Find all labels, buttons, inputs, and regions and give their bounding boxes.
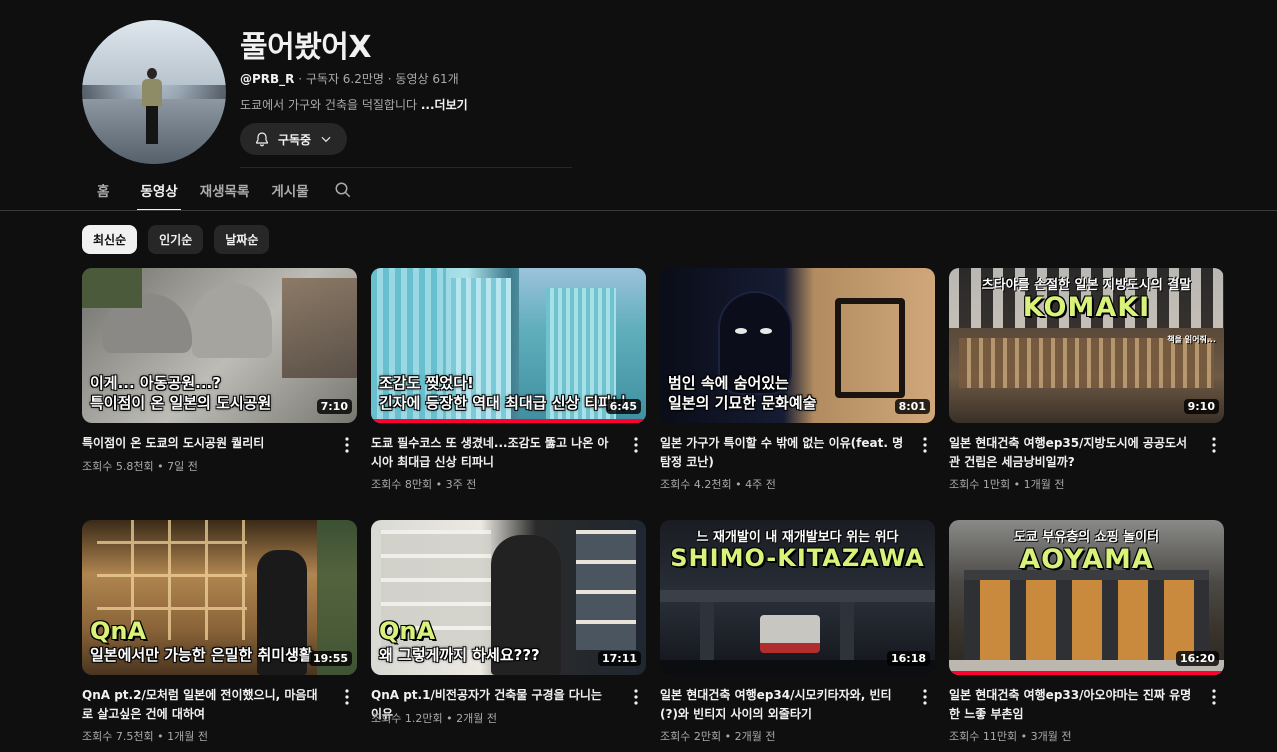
chevron-down-icon [319, 132, 333, 146]
header-divider [240, 167, 572, 168]
video-meta: 조회수 2만회 • 2개월 전 [660, 730, 776, 743]
video-card: QnA 왜 그렇게까지 하세요??? 17:11 QnA pt.1/비전공자가 … [371, 520, 646, 752]
duration-badge: 7:10 [316, 399, 352, 414]
more-actions-icon[interactable] [1204, 686, 1224, 708]
thumbnail-text: 일본에서만 가능한 은밀한 취미생활 [90, 646, 313, 664]
search-icon[interactable] [320, 170, 366, 210]
thumbnail-headline: KOMAKI [1022, 292, 1151, 323]
video-meta: 조회수 4.2천회 • 4주 전 [660, 478, 776, 491]
video-meta: 조회수 11만회 • 3개월 전 [949, 730, 1072, 743]
tab-playlists-label: 재생목록 [199, 184, 250, 200]
subscribed-label: 구독중 [277, 132, 312, 147]
duration-badge: 9:10 [1183, 399, 1219, 414]
video-thumbnail[interactable]: 조감도 찢었다! 긴자에 등장한 역대 최대급 신상 티파니 6:45 [371, 268, 646, 423]
tabs-divider [0, 210, 1277, 211]
video-card: 이게... 아동공원...? 특이점이 온 일본의 도시공원 7:10 특이점이 … [82, 268, 357, 520]
thumbnail-text: 조감도 찢었다! 긴자에 등장한 역대 최대급 신상 티파니 [379, 374, 626, 412]
duration-badge: 16:20 [1175, 651, 1219, 666]
more-actions-icon[interactable] [1204, 434, 1224, 456]
channel-name: 풀어봤어X [240, 30, 372, 65]
duration-badge: 8:01 [894, 399, 930, 414]
video-card: QnA 일본에서만 가능한 은밀한 취미생활 19:55 QnA pt.2/모처… [82, 520, 357, 752]
channel-tabs: 홈 동영상 재생목록 게시물 [82, 170, 366, 211]
video-grid: 이게... 아동공원...? 특이점이 온 일본의 도시공원 7:10 특이점이 … [82, 268, 1224, 752]
video-thumbnail[interactable]: 느 재개발이 내 재개발보다 위는 위다 SHIMO-KITAZAWA 16:1… [660, 520, 935, 675]
video-thumbnail[interactable]: 범인 속에 숨어있는 일본의 기묘한 문화예술 8:01 [660, 268, 935, 423]
video-thumbnail[interactable]: QnA 일본에서만 가능한 은밀한 취미생활 19:55 [82, 520, 357, 675]
video-thumbnail[interactable]: 이게... 아동공원...? 특이점이 온 일본의 도시공원 7:10 [82, 268, 357, 423]
tab-playlists[interactable]: 재생목록 [189, 170, 261, 210]
video-thumbnail[interactable]: QnA 왜 그렇게까지 하세요??? 17:11 [371, 520, 646, 675]
tab-home[interactable]: 홈 [82, 170, 129, 210]
more-actions-icon[interactable] [915, 686, 935, 708]
video-meta: 조회수 8만회 • 3주 전 [371, 478, 477, 491]
chip-latest[interactable]: 최신순 [82, 225, 138, 254]
video-thumbnail[interactable]: 도쿄 부유층의 쇼핑 놀이터 AOYAMA 16:20 [949, 520, 1224, 675]
video-title[interactable]: QnA pt.2/모처럼 일본에 전이했으니, 마음대로 살고싶은 건에 대하여 [82, 686, 328, 724]
thumbnail-caption: 도쿄 부유층의 쇼핑 놀이터 [1013, 530, 1160, 545]
tab-videos[interactable]: 동영상 [129, 170, 188, 211]
video-card: 츠타야를 손절한 일본 지방도시의 결말 KOMAKI 책을 읽어줘... 9:… [949, 268, 1224, 520]
channel-stats: · 구독자 6.2만명 · 동영상 61개 [294, 72, 459, 86]
subscribed-button[interactable]: 구독중 [240, 123, 347, 155]
more-actions-icon[interactable] [626, 434, 646, 456]
video-card: 느 재개발이 내 재개발보다 위는 위다 SHIMO-KITAZAWA 16:1… [660, 520, 935, 752]
thumbnail-text: 이게... 아동공원...? 특이점이 온 일본의 도시공원 [90, 374, 272, 412]
video-meta: 조회수 1.2만회 • 2개월 전 [371, 712, 497, 725]
tab-posts[interactable]: 게시물 [260, 170, 319, 210]
video-title[interactable]: 일본 현대건축 여행ep33/아오야마는 진짜 유명한 느좋 부촌임 [949, 686, 1195, 724]
channel-meta: @PRB_R · 구독자 6.2만명 · 동영상 61개 [240, 70, 459, 87]
duration-badge: 6:45 [605, 399, 641, 414]
video-meta: 조회수 1만회 • 1개월 전 [949, 478, 1065, 491]
video-title[interactable]: 도쿄 필수코스 또 생겼네...조감도 뚫고 나온 아시아 최대급 신상 티파니 [371, 434, 617, 472]
more-actions-icon[interactable] [337, 686, 357, 708]
watch-progress-bar [371, 419, 646, 423]
bell-icon [254, 131, 270, 147]
video-card: 범인 속에 숨어있는 일본의 기묘한 문화예술 8:01 일본 가구가 특이할 수… [660, 268, 935, 520]
tab-home-label: 홈 [97, 184, 110, 200]
thumbnail-headline: SHIMO-KITAZAWA [670, 544, 925, 572]
duration-badge: 19:55 [308, 651, 352, 666]
description-text: 도쿄에서 가구와 건축을 덕질합니다 [240, 98, 421, 112]
channel-handle: @PRB_R [240, 72, 295, 86]
thumbnail-headline: AOYAMA [1019, 544, 1154, 575]
watch-progress-bar [949, 671, 1224, 675]
thumbnail-caption: 느 재개발이 내 재개발보다 위는 위다 [696, 530, 899, 545]
more-actions-icon[interactable] [626, 686, 646, 708]
chip-popular[interactable]: 인기순 [148, 225, 204, 254]
video-meta: 조회수 5.8천회 • 7일 전 [82, 460, 198, 473]
tab-posts-label: 게시물 [271, 184, 309, 200]
thumbnail-text: 왜 그렇게까지 하세요??? [379, 646, 540, 664]
video-title[interactable]: 특이점이 온 도쿄의 도시공원 퀄리티 [82, 434, 328, 453]
video-title[interactable]: 일본 현대건축 여행ep35/지방도시에 공공도서관 건립은 세금낭비일까? [949, 434, 1195, 472]
thumbnail-qna: QnA [379, 617, 436, 645]
more-actions-icon[interactable] [337, 434, 357, 456]
video-title[interactable]: 일본 현대건축 여행ep34/시모키타자와, 빈티(?)와 빈티지 사이의 외줄… [660, 686, 906, 724]
more-actions-icon[interactable] [915, 434, 935, 456]
video-thumbnail[interactable]: 츠타야를 손절한 일본 지방도시의 결말 KOMAKI 책을 읽어줘... 9:… [949, 268, 1224, 423]
video-meta: 조회수 7.5천회 • 1개월 전 [82, 730, 208, 743]
thumbnail-qna: QnA [90, 617, 147, 645]
duration-badge: 17:11 [597, 651, 641, 666]
video-title[interactable]: 일본 가구가 특이할 수 밖에 없는 이유(feat. 명탐정 코난) [660, 434, 906, 472]
chip-oldest[interactable]: 날짜순 [214, 225, 270, 254]
thumbnail-small-text: 책을 읽어줘... [1167, 335, 1216, 344]
channel-description[interactable]: 도쿄에서 가구와 건축을 덕질합니다 ...더보기 [240, 96, 468, 113]
sort-chips: 최신순 인기순 날짜순 [82, 225, 270, 254]
thumbnail-text: 범인 속에 숨어있는 일본의 기묘한 문화예술 [668, 374, 817, 412]
duration-badge: 16:18 [886, 651, 930, 666]
tab-videos-label: 동영상 [140, 184, 178, 200]
video-card: 도쿄 부유층의 쇼핑 놀이터 AOYAMA 16:20 일본 현대건축 여행ep… [949, 520, 1224, 752]
channel-avatar[interactable] [82, 20, 226, 164]
video-card: 조감도 찢었다! 긴자에 등장한 역대 최대급 신상 티파니 6:45 도쿄 필수… [371, 268, 646, 520]
more-link[interactable]: ...더보기 [421, 98, 468, 112]
thumbnail-caption: 츠타야를 손절한 일본 지방도시의 결말 [981, 278, 1192, 293]
